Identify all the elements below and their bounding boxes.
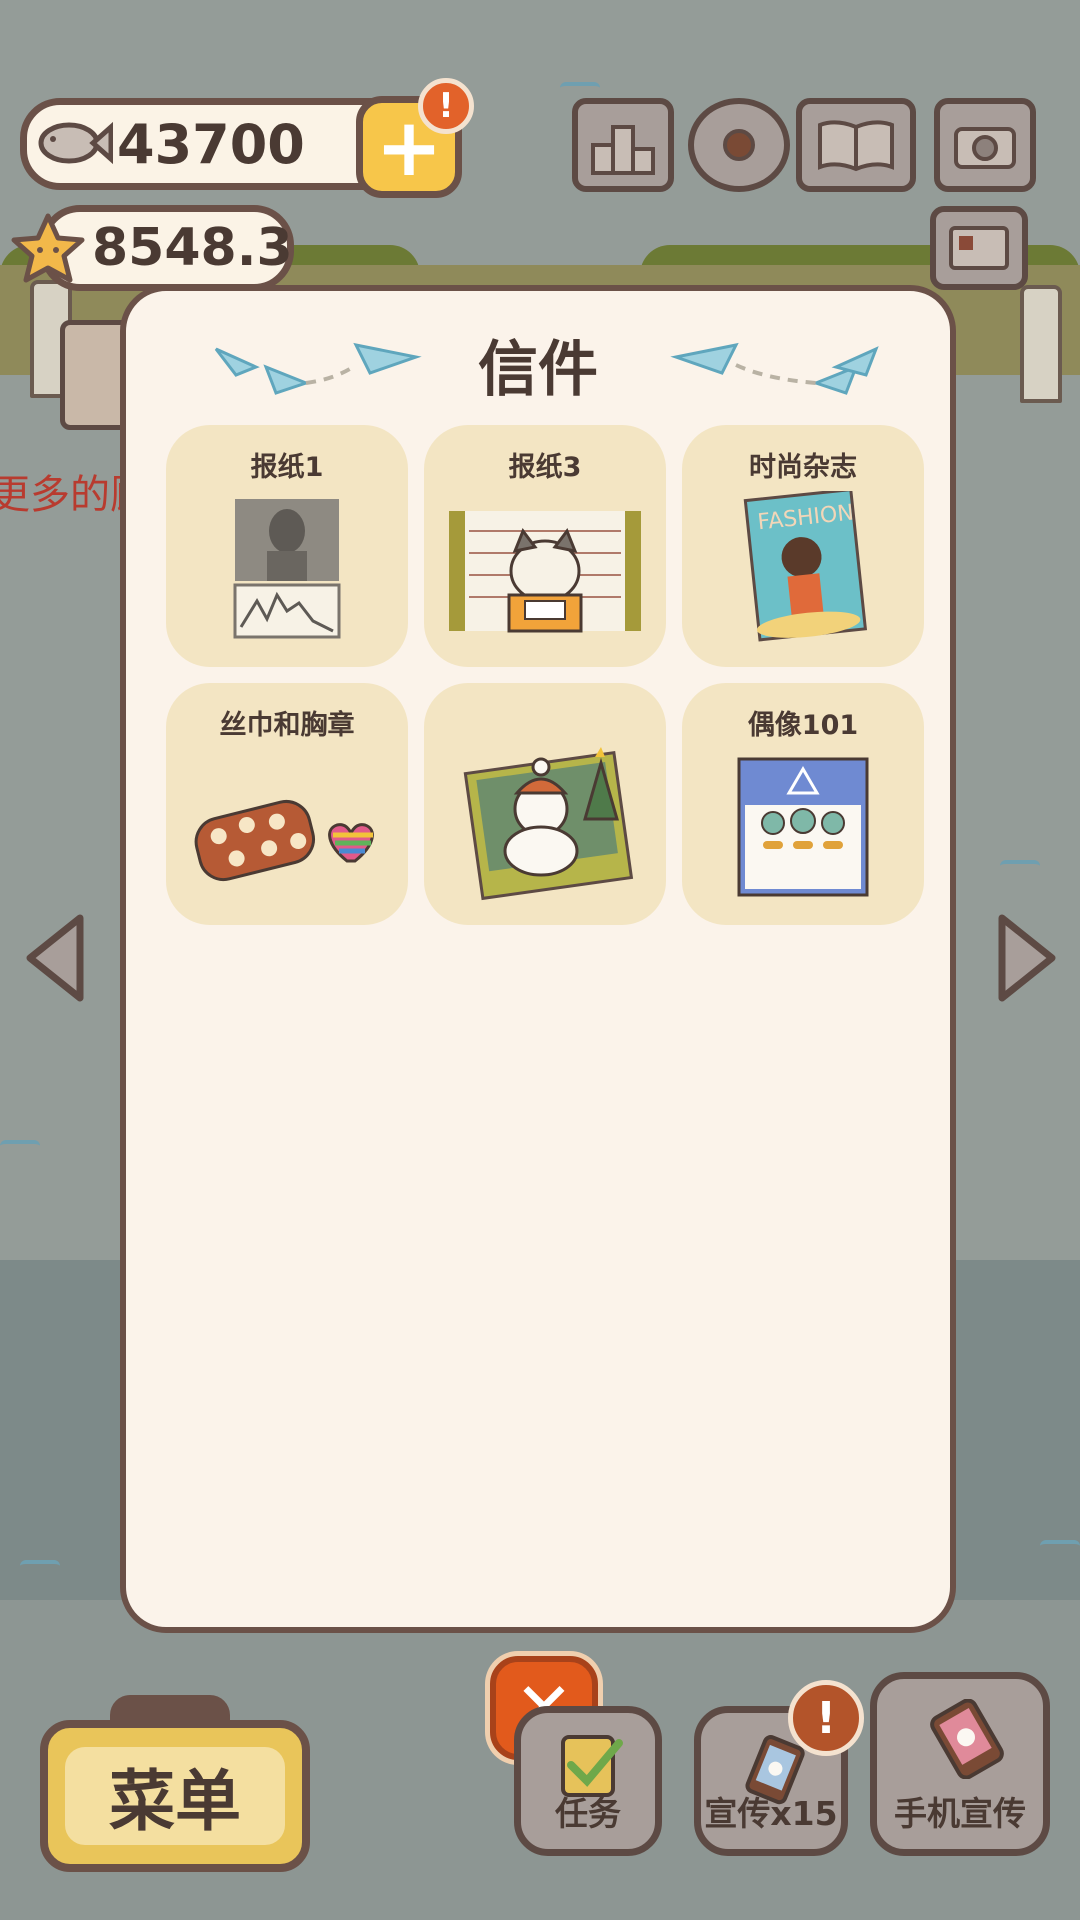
promote-label: 宣传x15: [704, 1794, 838, 1833]
fish-currency-bar: 43700: [20, 98, 414, 190]
fish-icon: [38, 121, 113, 165]
letter-card-fashion-magazine[interactable]: 时尚杂志 FASHION: [682, 425, 924, 667]
fish-count: 43700: [117, 112, 305, 176]
letter-card-scarf-and-pin[interactable]: 丝巾和胸章: [166, 683, 408, 925]
wave: [560, 82, 600, 94]
paper-plane-icon: [214, 342, 422, 395]
cat-mugshot-icon: [449, 511, 641, 633]
letter-card-newspaper-3[interactable]: 报纸3: [424, 425, 666, 667]
card-label: 报纸3: [508, 452, 582, 483]
menu-button[interactable]: 菜单: [40, 1720, 310, 1872]
fashion-magazine-icon: FASHION: [743, 491, 868, 642]
scarf-and-heart-pin-icon: [194, 799, 374, 882]
wave: [1040, 1540, 1080, 1552]
menu-label: 菜单: [65, 1747, 285, 1845]
card-label: 时尚杂志: [749, 452, 857, 483]
card-label: 丝巾和胸章: [219, 710, 355, 741]
card-label: 偶像101: [747, 710, 859, 741]
wave: [20, 1560, 60, 1572]
wave: [1000, 860, 1040, 872]
letter-card-newspaper-1[interactable]: 报纸1: [166, 425, 408, 667]
ranking-podium-icon[interactable]: [572, 98, 674, 192]
camera-icon[interactable]: [934, 98, 1036, 192]
letter-mail-icon[interactable]: [930, 206, 1028, 290]
phone-promote-label: 手机宣传: [894, 1794, 1026, 1833]
phone-promote-button[interactable]: 手机宣传: [870, 1672, 1050, 1856]
letters-dialog: 信件 报纸1 报纸3 时尚杂志 FASHION 丝巾和胸章 偶像101: [120, 285, 956, 1633]
snowman-christmas-card-icon: [463, 747, 634, 901]
paw-book-icon[interactable]: [796, 98, 916, 192]
fence-post: [1020, 285, 1062, 403]
alert-badge: !: [418, 78, 474, 134]
letter-card-snowman[interactable]: [424, 683, 666, 925]
card-label: 报纸1: [250, 452, 324, 483]
star-count: 8548.3: [92, 218, 293, 278]
paper-plane-icon: [670, 342, 879, 395]
idol-poster-icon: [737, 757, 869, 897]
newspaper-photo-icon: [233, 499, 341, 639]
tasks-button[interactable]: 任务: [514, 1706, 662, 1856]
settings-gear-icon[interactable]: [688, 98, 790, 192]
tasks-label: 任务: [555, 1794, 621, 1833]
phone-paw-icon: [930, 1699, 1004, 1779]
arrow-right-icon[interactable]: [992, 910, 1062, 1006]
star-icon: [11, 213, 85, 283]
wave: [0, 1140, 40, 1152]
arrow-left-icon[interactable]: [20, 910, 90, 1006]
promote-alert-badge: !: [788, 1680, 864, 1756]
letter-card-idol-101[interactable]: 偶像101: [682, 683, 924, 925]
